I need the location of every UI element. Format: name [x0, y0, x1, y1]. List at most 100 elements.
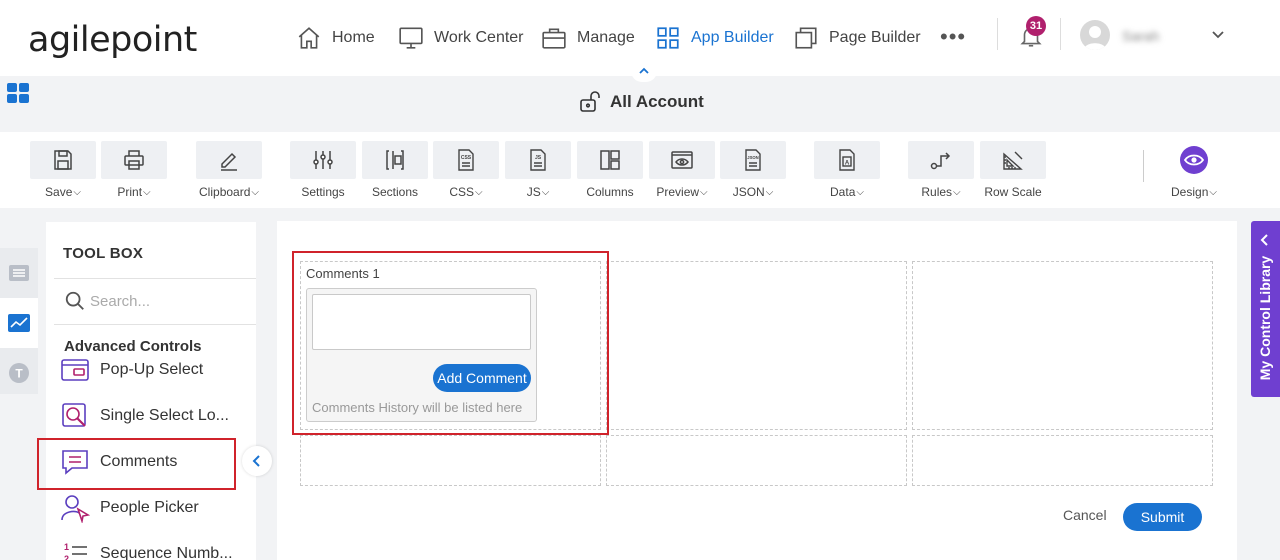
comment-textarea[interactable]	[312, 294, 531, 350]
nav-app-builder[interactable]: App Builder	[655, 22, 774, 54]
rail-controls-button[interactable]	[0, 298, 38, 348]
chevron-left-icon	[1260, 234, 1268, 246]
toolbox-search-input[interactable]	[90, 288, 250, 314]
settings-label: Settings	[301, 185, 345, 199]
clipboard-label: Clipboard	[199, 185, 251, 199]
ruler-icon	[1003, 151, 1023, 170]
control-sequence-number[interactable]: 12 Sequence Numb...	[60, 536, 233, 560]
save-label: Save	[45, 185, 73, 199]
rules-icon	[930, 152, 951, 170]
data-file-icon: A	[839, 149, 855, 171]
toolbar-row-scale-button[interactable]: Row Scale	[980, 141, 1046, 199]
submit-button[interactable]: Submit	[1123, 503, 1202, 531]
css-file-icon: CSS	[458, 149, 474, 171]
json-dropdown-icon[interactable]: ⌵	[766, 187, 774, 198]
toolbar-columns-button[interactable]: Columns	[577, 141, 643, 199]
form-cell[interactable]	[606, 261, 907, 430]
nav-divider	[997, 18, 998, 50]
toolbar-design-button[interactable]: Design ⌵	[1161, 141, 1227, 199]
save-icon	[54, 150, 72, 170]
toolbar-sections-button[interactable]: Sections	[362, 141, 428, 199]
user-name: Sarah	[1122, 28, 1160, 44]
printer-icon	[124, 150, 144, 170]
rules-dropdown-icon[interactable]: ⌵	[953, 187, 961, 198]
collapse-toolbox-button[interactable]	[242, 446, 272, 476]
toolbar-js-button[interactable]: JS JS ⌵	[505, 141, 571, 199]
search-icon	[65, 291, 84, 310]
svg-text:1: 1	[64, 542, 69, 552]
toolbar-data-button[interactable]: A Data ⌵	[814, 141, 880, 199]
grid-icon	[657, 27, 679, 49]
json-label: JSON	[732, 185, 765, 199]
comments-control-highlight	[37, 438, 236, 490]
sections-label: Sections	[371, 185, 419, 199]
toolbox-title: TOOL BOX	[63, 245, 144, 262]
toolbar-print-button[interactable]: Print ⌵	[101, 141, 167, 199]
lookup-search-icon	[62, 403, 86, 427]
divider	[54, 324, 256, 325]
chevron-left-icon	[252, 455, 260, 467]
nav-manage[interactable]: Manage	[541, 22, 635, 54]
css-dropdown-icon[interactable]: ⌵	[475, 187, 483, 198]
nav-divider	[1060, 18, 1061, 50]
js-dropdown-icon[interactable]: ⌵	[542, 187, 550, 198]
nav-work-center-label: Work Center	[434, 29, 524, 46]
nav-manage-label: Manage	[577, 29, 635, 46]
toolbar-rules-button[interactable]: Rules ⌵	[908, 141, 974, 199]
my-control-library-tab[interactable]: My Control Library	[1251, 221, 1280, 397]
svg-text:2: 2	[64, 554, 69, 560]
toolbar-preview-button[interactable]: Preview ⌵	[649, 141, 715, 199]
my-control-library-label: My Control Library	[1257, 255, 1273, 381]
svg-text:CSS: CSS	[461, 155, 472, 161]
data-label: Data	[830, 185, 856, 199]
form-cell[interactable]	[300, 435, 601, 486]
control-sequence-number-label: Sequence Numb...	[100, 545, 233, 560]
nav-home[interactable]: Home	[296, 22, 375, 54]
js-file-icon: JS	[530, 149, 546, 171]
print-dropdown-icon[interactable]: ⌵	[143, 187, 151, 198]
numbered-list-icon: 12	[64, 542, 87, 560]
control-popup-select[interactable]: Pop-Up Select	[60, 352, 203, 388]
home-icon	[298, 27, 320, 49]
design-dropdown-icon[interactable]: ⌵	[1209, 187, 1217, 198]
nav-page-builder[interactable]: Page Builder	[793, 22, 921, 54]
form-cell[interactable]	[912, 261, 1213, 430]
toolbar-settings-button[interactable]: Settings	[290, 141, 356, 199]
row-scale-label: Row Scale	[984, 185, 1042, 199]
control-people-picker[interactable]: People Picker	[60, 490, 199, 526]
cancel-button[interactable]: Cancel	[1063, 507, 1107, 523]
more-menu-button[interactable]: •••	[940, 24, 966, 50]
rail-templates-button[interactable]: T	[0, 348, 38, 398]
design-label: Design	[1171, 185, 1209, 199]
people-picker-icon	[61, 495, 90, 523]
apps-grid-icon[interactable]	[6, 82, 30, 104]
toolbar-css-button[interactable]: CSS CSS ⌵	[433, 141, 499, 199]
unlock-icon	[580, 91, 600, 112]
toolbar-save-button[interactable]: Save ⌵	[30, 141, 96, 199]
preview-dropdown-icon[interactable]: ⌵	[700, 187, 708, 198]
design-eye-icon	[1180, 146, 1208, 174]
chevron-down-icon[interactable]	[1210, 26, 1226, 42]
collapse-header-button[interactable]	[631, 60, 657, 82]
list-panel-icon	[9, 265, 29, 281]
clipboard-dropdown-icon[interactable]: ⌵	[251, 187, 259, 198]
control-popup-select-label: Pop-Up Select	[100, 361, 204, 378]
form-cell[interactable]	[606, 435, 907, 486]
nav-page-builder-label: Page Builder	[829, 29, 921, 46]
control-people-picker-label: People Picker	[100, 499, 199, 516]
control-single-select-lookup[interactable]: Single Select Lo...	[60, 398, 229, 434]
agilepoint-logo[interactable]: agilepoint	[28, 20, 197, 60]
toolbar-clipboard-button[interactable]: Clipboard ⌵	[196, 141, 262, 199]
columns-label: Columns	[586, 185, 634, 199]
form-cell[interactable]	[912, 435, 1213, 486]
divider	[54, 278, 256, 279]
avatar[interactable]	[1080, 20, 1110, 50]
js-label: JS	[526, 185, 541, 199]
nav-work-center[interactable]: Work Center	[398, 22, 524, 54]
save-dropdown-icon[interactable]: ⌵	[73, 187, 81, 198]
add-comment-button[interactable]: Add Comment	[433, 364, 531, 392]
toolbar-json-button[interactable]: JSON JSON ⌵	[720, 141, 786, 199]
app-title: All Account	[578, 90, 704, 114]
rail-list-button[interactable]	[0, 248, 38, 298]
data-dropdown-icon[interactable]: ⌵	[856, 187, 864, 198]
